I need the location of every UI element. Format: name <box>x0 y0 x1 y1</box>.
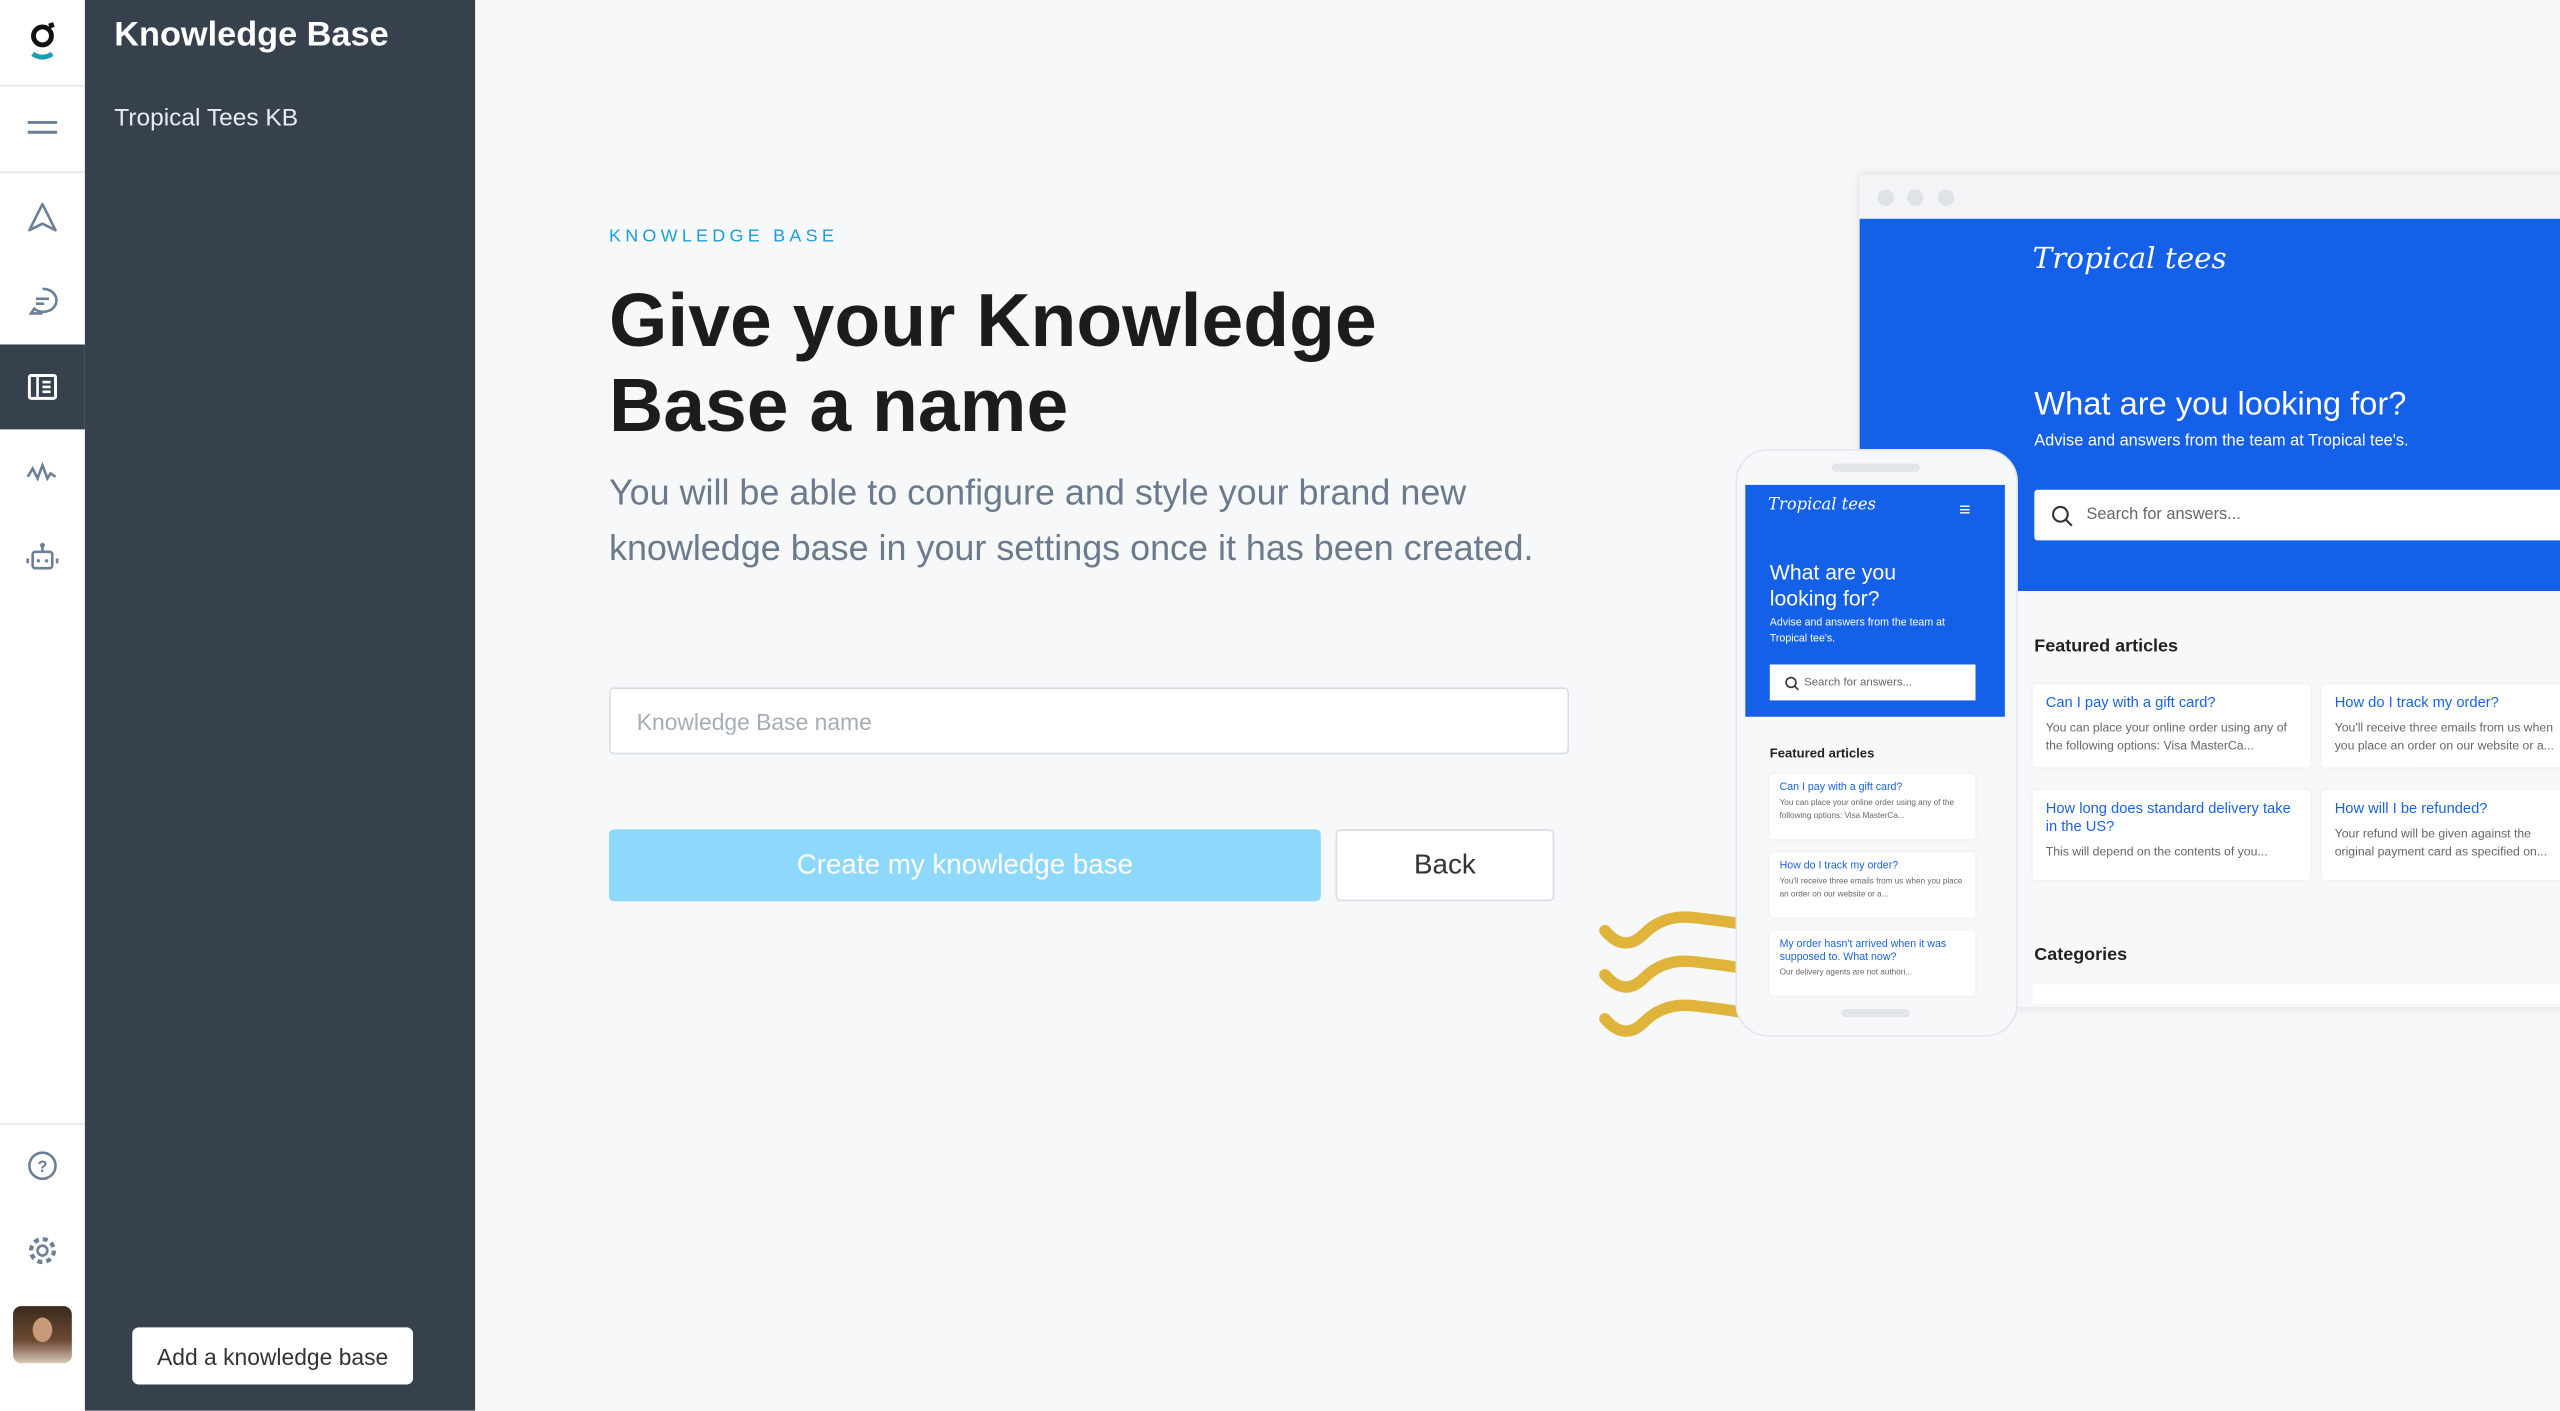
preview-categories-title: Categories <box>2034 945 2128 965</box>
preview-search: Search for answers... <box>2034 489 2560 541</box>
back-button[interactable]: Back <box>1335 829 1555 902</box>
settings-icon[interactable] <box>0 1208 85 1293</box>
mobile-hero: Tropical tees ≡ What are you looking for… <box>1745 484 2005 717</box>
divider <box>0 171 85 174</box>
logo-icon[interactable] <box>0 0 85 85</box>
preview-brand-logo: Tropical tees <box>2032 241 2227 276</box>
search-icon <box>2051 505 2073 526</box>
activity-icon[interactable] <box>0 429 85 514</box>
hamburger-icon: ≡ <box>1959 497 1971 521</box>
sidebar: Knowledge Base Tropical Tees KB Add a kn… <box>84 0 476 1411</box>
help-icon[interactable]: ? <box>0 1123 85 1208</box>
page-description: You will be able to configure and style … <box>608 471 1534 569</box>
page-title: Give your Knowledge Base a name <box>608 277 1377 448</box>
avatar[interactable] <box>13 1306 72 1364</box>
bot-icon[interactable] <box>0 514 85 599</box>
preview-subheading: Advise and answers from the team at Trop… <box>2034 432 2409 451</box>
sidebar-item-tropical-tees-kb[interactable]: Tropical Tees KB <box>114 104 298 132</box>
icon-rail: ? <box>0 0 85 1411</box>
navigation-icon[interactable] <box>0 175 85 260</box>
mobile-article-card: Can I pay with a gift card? You can place… <box>1769 773 1976 840</box>
eyebrow-label: KNOWLEDGE BASE <box>608 226 839 247</box>
preview-article-card: How will I be refunded? Your refund will … <box>2321 790 2560 880</box>
preview-article-card: Can I pay with a gift card? You can place… <box>2032 684 2311 768</box>
sidebar-title: Knowledge Base <box>114 16 389 54</box>
menu-icon[interactable] <box>0 85 85 170</box>
create-knowledge-base-button[interactable]: Create my knowledge base <box>608 829 1321 902</box>
preview-featured-title: Featured articles <box>2034 636 2179 657</box>
preview-article-card: How long does standard delivery take in … <box>2032 790 2311 880</box>
add-knowledge-base-button[interactable]: Add a knowledge base <box>132 1327 414 1385</box>
mobile-article-card: My order hasn't arrived when it was supp… <box>1769 930 1976 996</box>
mobile-preview: Tropical tees ≡ What are you looking for… <box>1735 448 2018 1037</box>
browser-titlebar <box>1859 174 2560 219</box>
preview-article-card: How do I track my order? You'll receive t… <box>2321 684 2560 768</box>
svg-text:?: ? <box>37 1158 47 1176</box>
chat-icon[interactable] <box>0 260 85 345</box>
preview-heading: What are you looking for? <box>2034 386 2407 423</box>
mobile-article-card: How do I track my order? You'll receive t… <box>1769 852 1976 918</box>
knowledge-base-icon[interactable] <box>0 344 85 430</box>
search-icon <box>1785 675 1799 690</box>
knowledge-base-name-input[interactable] <box>608 687 1569 755</box>
